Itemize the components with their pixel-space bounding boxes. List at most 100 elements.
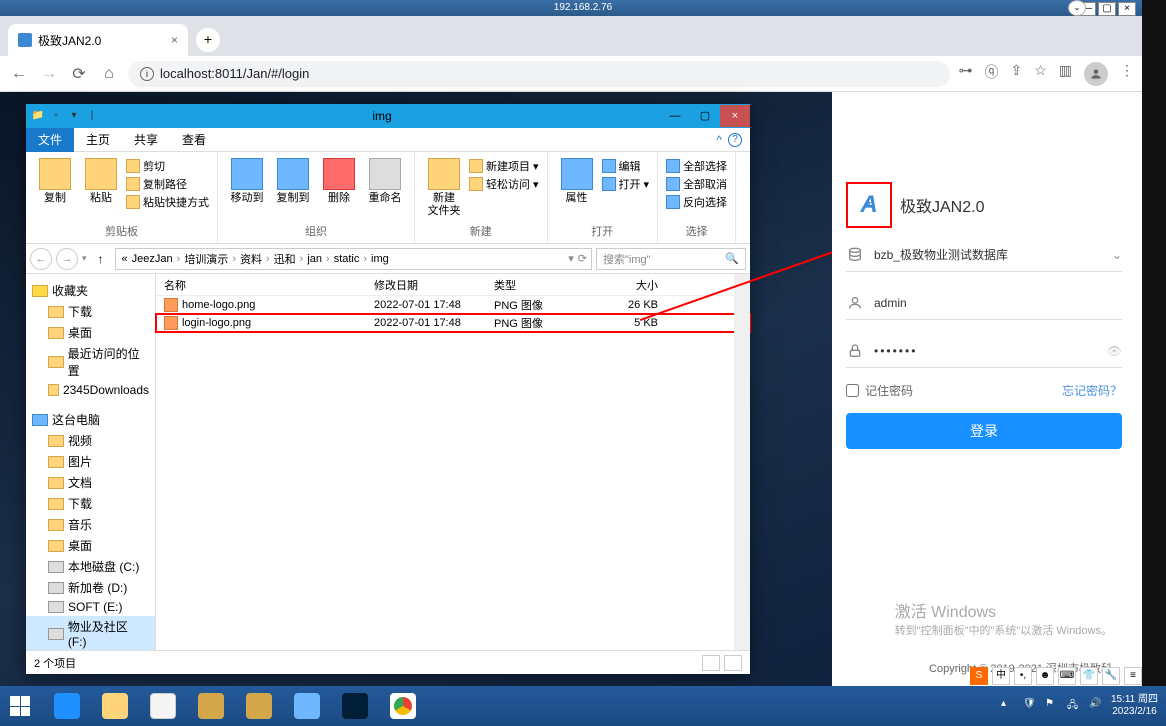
vm-dropdown-button[interactable]: ⌄ — [1068, 0, 1086, 16]
move-to-button[interactable]: 移动到 — [226, 156, 268, 205]
file-row[interactable]: home-logo.png 2022-07-01 17:48 PNG 图像 26… — [156, 296, 750, 314]
explorer-up-button[interactable]: ↑ — [91, 252, 111, 266]
sidebar-item-downloads2[interactable]: 下载 — [26, 493, 155, 514]
sidebar-thispc-head[interactable]: 这台电脑 — [26, 409, 155, 430]
taskbar-app1[interactable] — [188, 688, 234, 724]
easy-access-button[interactable]: 轻松访问 ▾ — [469, 176, 539, 192]
col-date[interactable]: 修改日期 — [366, 277, 486, 293]
breadcrumb-root[interactable]: « — [120, 253, 130, 265]
file-row[interactable]: login-logo.png 2022-07-01 17:48 PNG 图像 5… — [156, 314, 750, 332]
forgot-password-link[interactable]: 忘记密码？ — [1062, 382, 1122, 399]
breadcrumb-item[interactable]: static — [332, 253, 362, 265]
ime-skin-button[interactable]: 👕 — [1080, 667, 1098, 685]
breadcrumb-item[interactable]: img — [369, 253, 391, 265]
menu-icon[interactable]: ⋮ — [1120, 62, 1134, 86]
ime-sogou-icon[interactable]: S — [970, 667, 988, 685]
ime-emoji-button[interactable]: ☻ — [1036, 667, 1054, 685]
key-icon[interactable]: ⊶ — [958, 62, 972, 86]
tray-volume-icon[interactable]: 🔊 — [1089, 698, 1105, 714]
scrollbar[interactable] — [734, 274, 750, 650]
sidepanel-icon[interactable]: ▥ — [1059, 62, 1072, 86]
database-field[interactable]: bzb_极致物业测试数据库 ⌄ — [846, 238, 1122, 272]
sidebar-favorites-head[interactable]: 收藏夹 — [26, 280, 155, 301]
ime-punct-button[interactable]: •, — [1014, 667, 1032, 685]
ribbon-collapse-button[interactable]: ^ — [716, 133, 722, 147]
eye-icon[interactable]: 👁 — [1107, 344, 1122, 358]
browser-tab[interactable]: 极致JAN2.0 × — [8, 24, 188, 56]
sidebar-item-2345[interactable]: 2345Downloads — [26, 381, 155, 399]
breadcrumb[interactable]: « JeezJan› 培训演示› 资料› 迅和› jan› static› im… — [115, 248, 592, 270]
remember-checkbox[interactable]: 记住密码 — [846, 382, 913, 399]
taskbar-app3[interactable] — [284, 688, 330, 724]
taskbar-app2[interactable] — [236, 688, 282, 724]
back-button[interactable]: ← — [8, 63, 30, 85]
props-icon[interactable]: ▫ — [48, 108, 64, 124]
sidebar-item-recent[interactable]: 最近访问的位置 — [26, 343, 155, 381]
ribbon-tab-file[interactable]: 文件 — [26, 128, 74, 152]
sidebar-item-drive-e[interactable]: SOFT (E:) — [26, 598, 155, 616]
breadcrumb-item[interactable]: 资料 — [238, 251, 264, 267]
tray-flag-icon[interactable]: ⚑ — [1045, 698, 1061, 714]
rename-button[interactable]: 重命名 — [364, 156, 406, 205]
path-refresh-button[interactable]: ⟳ — [578, 252, 587, 265]
path-dropdown-button[interactable]: ▾ — [568, 252, 574, 265]
forward-button[interactable]: → — [38, 63, 60, 85]
explorer-forward-button[interactable]: → — [56, 248, 78, 270]
breadcrumb-item[interactable]: 迅和 — [272, 251, 298, 267]
explorer-back-button[interactable]: ← — [30, 248, 52, 270]
tray-network-icon[interactable]: 🖧 — [1067, 698, 1083, 714]
tray-shield-icon[interactable]: 🛡 — [1023, 698, 1039, 714]
vm-close-button[interactable]: × — [1118, 2, 1136, 16]
explorer-minimize-button[interactable]: — — [660, 105, 690, 127]
edit-button[interactable]: 编辑 — [602, 158, 650, 174]
paste-button[interactable]: 粘贴 — [80, 156, 122, 205]
ribbon-tab-view[interactable]: 查看 — [170, 128, 218, 152]
view-details-button[interactable] — [702, 655, 720, 671]
explorer-close-button[interactable]: × — [720, 105, 750, 127]
taskbar-clock[interactable]: 15:11 周四 2023/2/16 — [1111, 694, 1158, 718]
cut-button[interactable]: 剪切 — [126, 158, 209, 174]
username-field[interactable]: admin — [846, 286, 1122, 320]
qat-dropdown[interactable]: ▾ — [66, 108, 82, 124]
breadcrumb-item[interactable]: jan — [305, 253, 324, 265]
sidebar-item-pictures[interactable]: 图片 — [26, 451, 155, 472]
taskbar-notepad[interactable] — [140, 688, 186, 724]
explorer-history-dropdown[interactable]: ▾ — [82, 253, 87, 264]
avatar-icon[interactable] — [1084, 62, 1108, 86]
copy-path-button[interactable]: 复制路径 — [126, 176, 209, 192]
select-all-button[interactable]: 全部选择 — [666, 158, 727, 174]
delete-button[interactable]: 删除 — [318, 156, 360, 205]
start-button[interactable] — [0, 686, 40, 726]
sidebar-item-drive-f[interactable]: 物业及社区 (F:) — [26, 616, 155, 650]
reload-button[interactable]: ⟳ — [68, 63, 90, 85]
col-name[interactable]: 名称 — [156, 277, 366, 293]
explorer-maximize-button[interactable]: ▢ — [690, 105, 720, 127]
ribbon-tab-share[interactable]: 共享 — [122, 128, 170, 152]
copy-to-button[interactable]: 复制到 — [272, 156, 314, 205]
site-info-icon[interactable]: i — [140, 67, 154, 81]
chevron-down-icon[interactable]: ⌄ — [1112, 248, 1122, 262]
vm-maximize-button[interactable]: ▢ — [1098, 2, 1116, 16]
breadcrumb-item[interactable]: 培训演示 — [182, 251, 230, 267]
select-none-button[interactable]: 全部取消 — [666, 176, 727, 192]
login-button[interactable]: 登录 — [846, 413, 1122, 449]
ime-keyboard-button[interactable]: ⌨ — [1058, 667, 1076, 685]
tray-up-icon[interactable]: ▴ — [1001, 698, 1017, 714]
breadcrumb-item[interactable]: JeezJan — [130, 253, 175, 265]
open-button[interactable]: 打开 ▾ — [602, 176, 650, 192]
password-field[interactable]: ••••••• 👁 — [846, 334, 1122, 368]
sidebar-item-desktop2[interactable]: 桌面 — [26, 535, 155, 556]
sidebar-item-downloads[interactable]: 下载 — [26, 301, 155, 322]
new-folder-button[interactable]: 新建 文件夹 — [423, 156, 465, 218]
col-size[interactable]: 大小 — [586, 277, 666, 293]
search-icon[interactable]: ⓠ — [984, 62, 998, 86]
sidebar-item-drive-d[interactable]: 新加卷 (D:) — [26, 577, 155, 598]
home-button[interactable]: ⌂ — [98, 63, 120, 85]
ime-tool-button[interactable]: 🔧 — [1102, 667, 1120, 685]
taskbar-ie[interactable] — [44, 688, 90, 724]
sidebar-item-documents[interactable]: 文档 — [26, 472, 155, 493]
sidebar-item-videos[interactable]: 视频 — [26, 430, 155, 451]
sidebar-item-music[interactable]: 音乐 — [26, 514, 155, 535]
explorer-search-input[interactable]: 搜索"img" 🔍 — [596, 248, 746, 270]
address-bar[interactable]: i localhost:8011/Jan/#/login — [128, 61, 950, 87]
